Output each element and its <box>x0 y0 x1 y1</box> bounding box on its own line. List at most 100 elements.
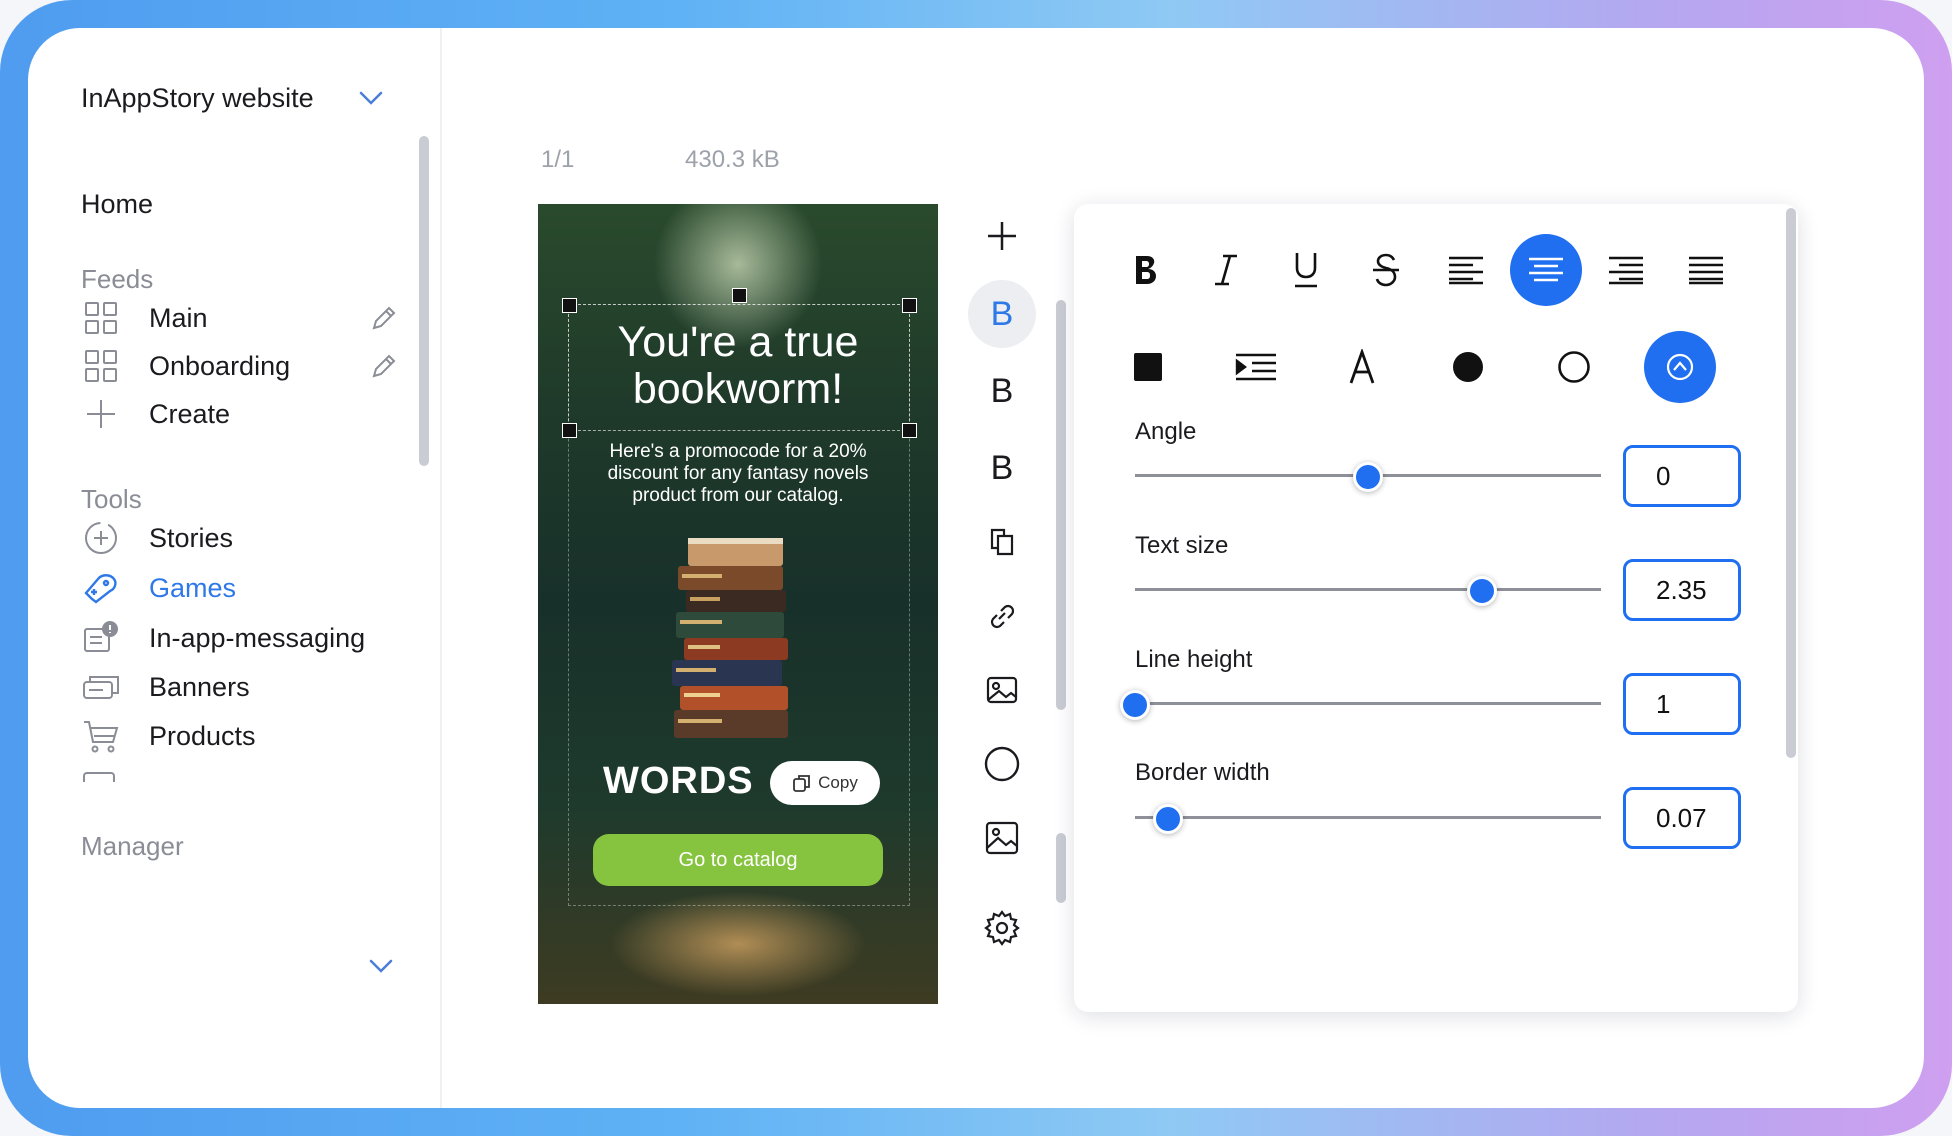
sidebar-item-products[interactable]: Products <box>81 716 256 756</box>
image-tool-button[interactable] <box>968 656 1036 724</box>
align-left-icon <box>1449 256 1483 285</box>
align-right-icon <box>1609 256 1643 285</box>
picture-icon <box>985 821 1019 855</box>
workspace-title[interactable]: InAppStory website <box>81 83 314 114</box>
link-icon <box>990 604 1015 629</box>
line-height-input[interactable]: 1 <box>1623 673 1741 735</box>
page-counter: 1/1 <box>541 146 575 173</box>
pencil-icon[interactable] <box>370 352 398 385</box>
pencil-icon[interactable] <box>370 304 398 337</box>
strikethrough-button[interactable] <box>1350 234 1422 306</box>
nav-home[interactable]: Home <box>81 189 153 220</box>
border-color-button[interactable] <box>1538 331 1610 403</box>
copy-label: Copy <box>818 773 858 792</box>
feed-item-onboarding[interactable]: Onboarding <box>81 346 290 386</box>
chevron-down-icon[interactable] <box>368 958 394 979</box>
indent-icon <box>1235 353 1276 381</box>
panel-scrollbar[interactable] <box>1786 208 1796 758</box>
message-icon <box>81 618 121 658</box>
text-tool-label: B <box>990 371 1014 410</box>
underline-button[interactable] <box>1270 234 1342 306</box>
align-right-button[interactable] <box>1590 234 1662 306</box>
border-width-slider-track[interactable] <box>1135 816 1601 819</box>
text-color-button[interactable] <box>1432 331 1504 403</box>
text-tool-1[interactable]: B <box>968 280 1036 348</box>
link-tool-button[interactable] <box>968 582 1036 650</box>
gradient-button[interactable] <box>1644 331 1716 403</box>
resize-handle[interactable] <box>562 298 577 313</box>
text-tool-2[interactable]: B <box>968 357 1036 425</box>
promo-code: WORDS <box>603 760 754 802</box>
line-height-label: Line height <box>1135 646 1253 673</box>
create-feed-button[interactable]: Create <box>81 394 230 434</box>
story-subtitle[interactable]: Here's a promocode for a 20% discount fo… <box>583 441 893 507</box>
story-title[interactable]: You're a true bookworm! <box>568 319 908 413</box>
gamepad-icon <box>81 568 121 608</box>
bold-button[interactable] <box>1110 234 1182 306</box>
fill-color-button[interactable] <box>1112 331 1184 403</box>
border-width-slider-knob[interactable] <box>1152 804 1183 834</box>
angle-slider-knob[interactable] <box>1353 462 1383 492</box>
sidebar-item-games[interactable]: Games <box>81 568 236 608</box>
shape-tool-button[interactable] <box>968 730 1036 798</box>
copy-button[interactable]: Copy <box>770 761 880 805</box>
italic-icon <box>1215 254 1237 286</box>
italic-button[interactable] <box>1190 234 1262 306</box>
text-properties-panel: Angle 0 Text size 2.35 Line height 1 Bor… <box>1074 204 1798 1012</box>
align-center-button[interactable] <box>1510 234 1582 306</box>
text-size-label: Text size <box>1135 532 1229 559</box>
create-label: Create <box>149 398 231 429</box>
sidebar-item-banners[interactable]: Banners <box>81 667 250 707</box>
border-width-label: Border width <box>1135 759 1270 786</box>
resize-handle[interactable] <box>902 298 917 313</box>
gear-icon <box>984 910 1020 946</box>
feed-item-main[interactable]: Main <box>81 298 208 338</box>
sidebar-item-in-app-messaging[interactable]: In-app-messaging <box>81 618 365 658</box>
toolbar-scrollbar-lower[interactable] <box>1056 833 1066 903</box>
partially-hidden-item <box>81 770 441 782</box>
settings-button[interactable] <box>968 894 1036 962</box>
sidebar-item-label: Stories <box>149 522 234 553</box>
align-left-button[interactable] <box>1430 234 1502 306</box>
border-width-input[interactable]: 0.07 <box>1623 787 1741 849</box>
filled-circle-icon <box>1453 352 1483 382</box>
line-height-slider-track[interactable] <box>1135 702 1601 705</box>
app-window: InAppStory website Home Feeds Main Onboa… <box>28 28 1924 1108</box>
text-size-slider-knob[interactable] <box>1467 576 1498 606</box>
text-tool-label: B <box>990 448 1014 487</box>
copy-tool-button[interactable] <box>968 508 1036 576</box>
plus-icon <box>81 394 121 434</box>
add-element-button[interactable] <box>968 202 1036 270</box>
rotate-handle[interactable] <box>732 288 747 303</box>
plus-icon <box>988 222 1016 250</box>
chevron-down-icon[interactable] <box>358 90 384 111</box>
sidebar: InAppStory website Home Feeds Main Onboa… <box>28 28 442 1108</box>
window-border: InAppStory website Home Feeds Main Onboa… <box>0 0 1952 1136</box>
manager-heading: Manager <box>81 831 184 861</box>
file-size: 430.3 kB <box>685 146 780 173</box>
image-icon <box>986 676 1018 704</box>
go-to-catalog-button[interactable]: Go to catalog <box>593 834 883 886</box>
sidebar-scrollbar[interactable] <box>419 136 429 466</box>
resize-handle[interactable] <box>902 423 917 438</box>
align-center-icon <box>1529 257 1563 282</box>
text-size-slider-track[interactable] <box>1135 588 1601 591</box>
copy-icon <box>793 775 811 792</box>
justify-icon <box>1689 256 1723 285</box>
justify-button[interactable] <box>1670 234 1742 306</box>
indent-button[interactable] <box>1220 331 1292 403</box>
line-height-slider-knob[interactable] <box>1120 690 1150 720</box>
text-tool-label: B <box>990 294 1014 333</box>
resize-handle[interactable] <box>562 423 577 438</box>
books-image[interactable] <box>658 534 818 749</box>
sidebar-item-stories[interactable]: Stories <box>81 518 233 558</box>
gradient-icon <box>1666 353 1694 381</box>
grid-icon <box>81 298 121 338</box>
story-canvas[interactable]: You're a true bookworm! Here's a promoco… <box>538 204 938 1004</box>
toolbar-scrollbar[interactable] <box>1056 300 1066 710</box>
text-size-input[interactable]: 2.35 <box>1623 559 1741 621</box>
angle-input[interactable]: 0 <box>1623 445 1741 507</box>
picture-tool-button[interactable] <box>968 804 1036 872</box>
font-button[interactable] <box>1326 331 1398 403</box>
text-tool-3[interactable]: B <box>968 434 1036 502</box>
